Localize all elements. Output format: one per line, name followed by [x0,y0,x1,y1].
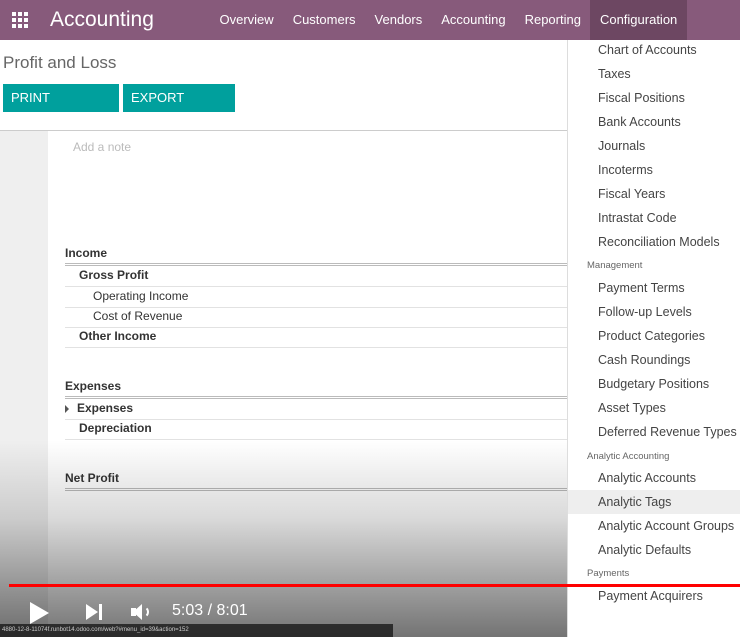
export-xlsx-button[interactable]: EXPORT (XLSX) [123,84,235,133]
row-label: Expenses [65,379,122,393]
row-label: Operating Income [93,289,189,303]
row-label: Other Income [79,329,157,343]
dropdown-item-journals[interactable]: Journals [598,139,645,153]
report-row-net-profit[interactable]: Net Profit [65,471,570,491]
dropdown-item-analytic-defaults[interactable]: Analytic Defaults [598,543,691,557]
report-row-expenses[interactable]: Expenses [65,401,570,420]
play-icon[interactable] [30,602,49,624]
report-row-other-income[interactable]: Other Income [65,329,570,348]
menu-reporting[interactable]: Reporting [515,0,590,40]
report-row-gross-profit[interactable]: Gross Profit [65,268,570,287]
dropdown-header-management: Management [587,260,643,271]
dropdown-item-analytic-tags[interactable]: Analytic Tags [598,495,671,509]
report-row-expenses-header[interactable]: Expenses [65,379,570,399]
apps-menu-icon[interactable] [0,0,40,40]
page-title: Profit and Loss [3,53,117,72]
dropdown-item-asset-types[interactable]: Asset Types [598,401,666,415]
menu-customers[interactable]: Customers [283,0,365,40]
dropdown-item-payment-terms[interactable]: Payment Terms [598,281,685,295]
add-note-field[interactable]: Add a note [73,140,131,154]
dropdown-item-intrastat-code[interactable]: Intrastat Code [598,211,677,225]
dropdown-item-analytic-accounts[interactable]: Analytic Accounts [598,471,696,485]
dropdown-item-bank-accounts[interactable]: Bank Accounts [598,115,681,129]
row-label: Cost of Revenue [93,309,183,323]
row-label: Net Profit [65,471,119,485]
dropdown-item-reconciliation-models[interactable]: Reconciliation Models [598,235,720,249]
dropdown-item-deferred-revenue-types[interactable]: Deferred Revenue Types [598,425,737,439]
dropdown-item-follow-up-levels[interactable]: Follow-up Levels [598,305,692,319]
menu-vendors[interactable]: Vendors [365,0,432,40]
app-title: Accounting [50,8,154,31]
dropdown-item-incoterms[interactable]: Incoterms [598,163,653,177]
menu-configuration[interactable]: Configuration [590,0,687,40]
caret-right-icon[interactable] [65,404,69,413]
dropdown-item-fiscal-positions[interactable]: Fiscal Positions [598,91,685,105]
report-row-income[interactable]: Income [65,246,570,266]
dropdown-item-taxes[interactable]: Taxes [598,67,631,81]
configuration-dropdown: Chart of Accounts Taxes Fiscal Positions… [567,40,740,637]
main-menu: Overview Customers Vendors Accounting Re… [210,0,687,40]
menu-overview[interactable]: Overview [210,0,283,40]
report-margin [0,131,48,637]
dropdown-header-payments: Payments [587,568,630,579]
top-navbar: Accounting Overview Customers Vendors Ac… [0,0,740,40]
report-row-depreciation[interactable]: Depreciation [65,421,570,440]
menu-accounting[interactable]: Accounting [432,0,515,40]
dropdown-item-payment-acquirers[interactable]: Payment Acquirers [598,589,703,603]
status-bar-url: 4880-12-8-11074f.runbot14.odoo.com/web?#… [0,624,393,637]
next-icon[interactable] [86,604,104,620]
row-label: Depreciation [79,421,152,435]
report-row-cost-of-revenue[interactable]: Cost of Revenue [65,309,570,328]
dropdown-item-chart-of-accounts[interactable]: Chart of Accounts [598,43,697,57]
row-label: Gross Profit [79,268,149,282]
video-progress-bar[interactable] [9,584,740,587]
dropdown-item-budgetary-positions[interactable]: Budgetary Positions [598,377,709,391]
chevron-down-icon[interactable]: ⌄ [590,598,600,612]
volume-icon[interactable] [131,603,153,621]
dropdown-item-product-categories[interactable]: Product Categories [598,329,705,343]
dropdown-header-analytic: Analytic Accounting [587,451,670,462]
row-label: Expenses [77,401,134,415]
row-label: Income [65,246,108,260]
print-preview-button[interactable]: PRINT PREVIEW [3,84,119,133]
dropdown-item-cash-roundings[interactable]: Cash Roundings [598,353,690,367]
video-time: 5:03 / 8:01 [172,602,248,619]
dropdown-item-fiscal-years[interactable]: Fiscal Years [598,187,665,201]
dropdown-item-analytic-account-groups[interactable]: Analytic Account Groups [598,519,734,533]
report-row-operating-income[interactable]: Operating Income [65,289,570,308]
